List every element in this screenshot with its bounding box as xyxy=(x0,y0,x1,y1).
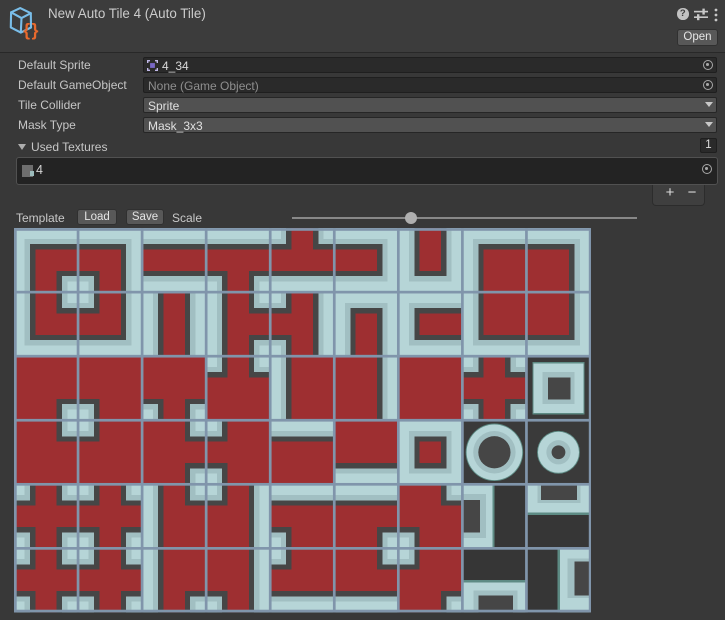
svg-text:}: } xyxy=(32,20,39,40)
svg-text:{: { xyxy=(23,20,30,40)
